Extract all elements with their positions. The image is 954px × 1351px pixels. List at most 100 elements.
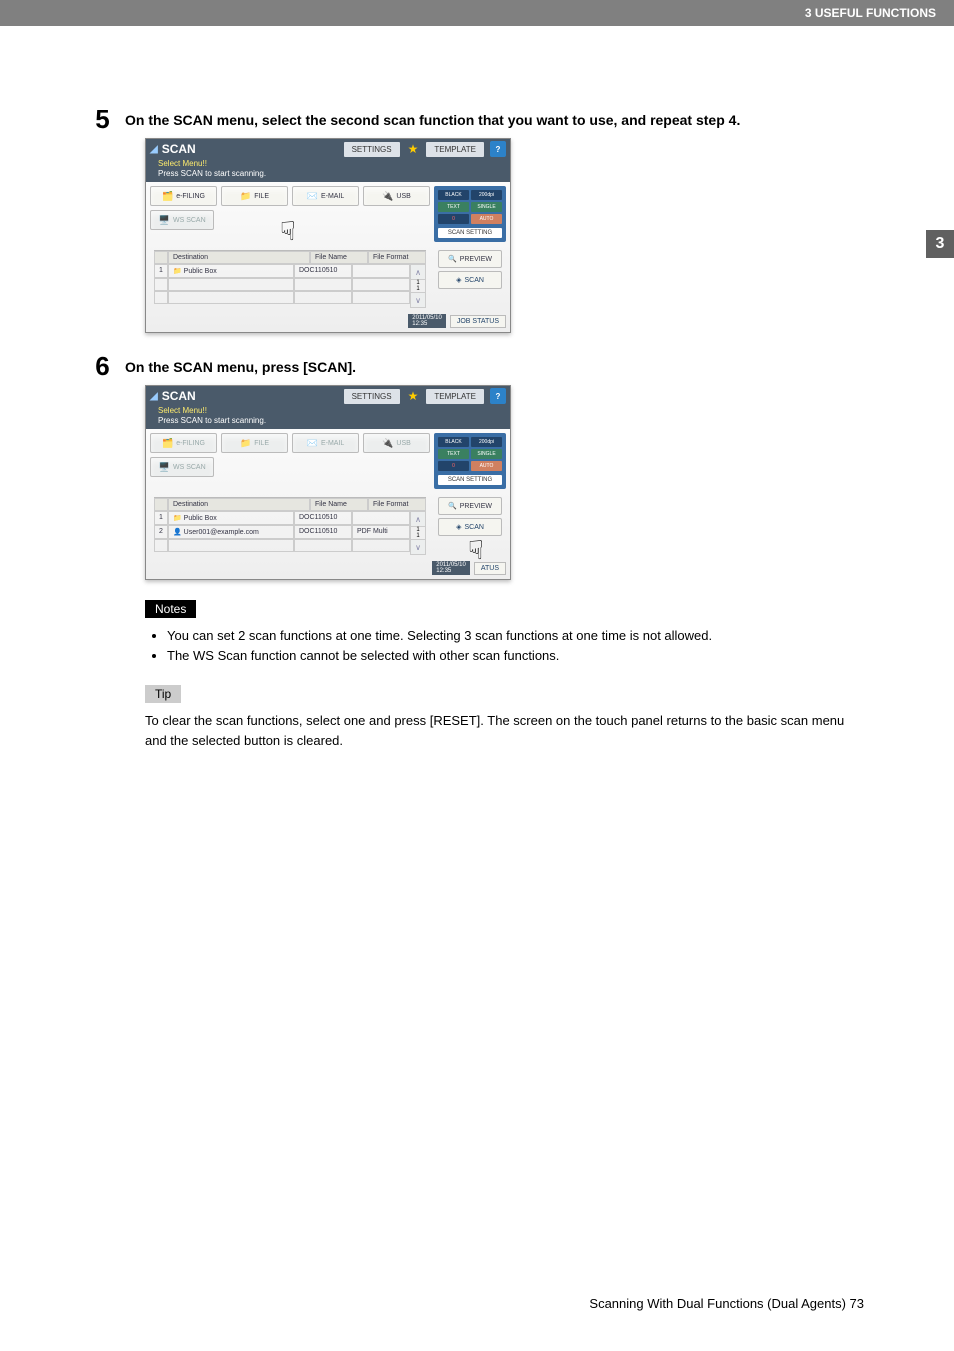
chip-single: SINGLE xyxy=(471,202,502,212)
destination-table: Destination File Name File Format 1 📁 Pu… xyxy=(154,250,426,308)
usb-label: USB xyxy=(396,440,410,447)
chip-dpi: 200dpi xyxy=(471,190,502,200)
wsscan-icon: 🖥️ xyxy=(159,215,170,226)
star-icon[interactable]: ★ xyxy=(406,389,421,403)
row-fileformat xyxy=(352,264,410,278)
efiling-label: e-FILING xyxy=(176,193,205,200)
step-text-5: On the SCAN menu, select the second scan… xyxy=(125,106,740,131)
efiling-label: e-FILING xyxy=(176,440,205,447)
preview-button[interactable]: 🔍PREVIEW xyxy=(438,250,502,268)
datetime-label: 2011/05/1012:35 xyxy=(432,561,470,575)
chip-zero: 0 xyxy=(438,214,469,224)
chapter-tab: 3 xyxy=(926,230,954,258)
template-button[interactable]: TEMPLATE xyxy=(426,142,484,157)
tip-label: Tip xyxy=(145,685,181,703)
row-idx: 1 xyxy=(154,264,168,278)
scan-button[interactable]: ◈SCAN xyxy=(438,518,502,536)
scroll-up-button[interactable]: ∧ xyxy=(410,511,426,527)
datetime-label: 2011/05/1012:35 xyxy=(408,314,446,328)
efiling-button[interactable]: 🗂️e-FILING xyxy=(150,433,217,453)
email-button[interactable]: ✉️E-MAIL xyxy=(292,186,359,206)
file-button[interactable]: 📁FILE xyxy=(221,186,288,206)
scan-action-icon: ◈ xyxy=(456,523,461,531)
chip-black: BLACK xyxy=(438,190,469,200)
help-button[interactable]: ? xyxy=(490,388,506,404)
scan-icon: ◢ xyxy=(150,144,158,155)
star-icon[interactable]: ★ xyxy=(406,142,421,156)
row-filename: DOC110510 xyxy=(294,525,352,539)
wsscan-button[interactable]: 🖥️WS SCAN xyxy=(150,457,214,477)
table-row-empty xyxy=(154,539,410,552)
file-label: FILE xyxy=(254,440,269,447)
help-button[interactable]: ? xyxy=(490,141,506,157)
table-row-empty xyxy=(154,278,410,291)
email-icon: ✉️ xyxy=(307,191,318,202)
usb-icon: 🔌 xyxy=(382,191,393,202)
screen-title: SCAN xyxy=(162,142,196,156)
table-row[interactable]: 1 📁 Public Box DOC110510 xyxy=(154,511,410,525)
usb-icon: 🔌 xyxy=(382,438,393,449)
preview-button[interactable]: 🔍PREVIEW xyxy=(438,497,502,515)
col-filename: File Name xyxy=(310,498,368,511)
row-fileformat xyxy=(352,511,410,525)
col-destination: Destination xyxy=(168,498,310,511)
page-footer: Scanning With Dual Functions (Dual Agent… xyxy=(589,1296,864,1311)
email-button[interactable]: ✉️E-MAIL xyxy=(292,433,359,453)
step-text-6: On the SCAN menu, press [SCAN]. xyxy=(125,353,356,378)
scansetting-button[interactable]: SCAN SETTING xyxy=(438,228,502,238)
table-row[interactable]: 2 👤 User001@example.com DOC110510 PDF Mu… xyxy=(154,525,410,539)
jobstatus-button[interactable]: JOB STATUS xyxy=(450,315,506,328)
row-destination: 👤 User001@example.com xyxy=(168,525,294,539)
wsscan-label: WS SCAN xyxy=(173,464,206,471)
email-label: E-MAIL xyxy=(321,193,344,200)
scan-button[interactable]: ◈SCAN xyxy=(438,271,502,289)
settings-button[interactable]: SETTINGS xyxy=(344,389,400,404)
scroll-up-button[interactable]: ∧ xyxy=(410,264,426,280)
efiling-button[interactable]: 🗂️e-FILING xyxy=(150,186,217,206)
chip-text: TEXT xyxy=(438,202,469,212)
row-destination: 📁 Public Box xyxy=(168,511,294,525)
email-label: E-MAIL xyxy=(321,440,344,447)
file-label: FILE xyxy=(254,193,269,200)
row-idx: 2 xyxy=(154,525,168,539)
file-icon: 📁 xyxy=(240,438,251,449)
col-fileformat: File Format xyxy=(368,251,426,264)
table-row[interactable]: 1 📁 Public Box DOC110510 xyxy=(154,264,410,278)
chip-auto: AUTO xyxy=(471,214,502,224)
scan-icon: ◢ xyxy=(150,391,158,402)
col-filename: File Name xyxy=(310,251,368,264)
file-button[interactable]: 📁FILE xyxy=(221,433,288,453)
screen-subtitle-1: Select Menu!! xyxy=(146,159,510,169)
scan-screen-2: ◢SCAN SETTINGS ★ TEMPLATE ? Select Menu!… xyxy=(145,385,511,580)
scroll-down-button[interactable]: ∨ xyxy=(410,292,426,308)
scansetting-button[interactable]: SCAN SETTING xyxy=(438,475,502,485)
efiling-icon: 🗂️ xyxy=(162,191,173,202)
chip-zero: 0 xyxy=(438,461,469,471)
step-number-5: 5 xyxy=(90,106,115,132)
section-header: 3 USEFUL FUNCTIONS xyxy=(0,0,954,26)
scroll-down-button[interactable]: ∨ xyxy=(410,539,426,555)
wsscan-button[interactable]: 🖥️WS SCAN xyxy=(150,210,214,230)
chip-single: SINGLE xyxy=(471,449,502,459)
screen-subtitle-2: Press SCAN to start scanning. xyxy=(146,416,510,429)
note-item: You can set 2 scan functions at one time… xyxy=(167,626,864,646)
screen-subtitle-2: Press SCAN to start scanning. xyxy=(146,169,510,182)
chip-auto: AUTO xyxy=(471,461,502,471)
template-button[interactable]: TEMPLATE xyxy=(426,389,484,404)
scan-action-icon: ◈ xyxy=(456,276,461,284)
usb-button[interactable]: 🔌USB xyxy=(363,186,430,206)
scan-setting-panel: BLACK 200dpi TEXT SINGLE 0 AUTO SCAN SET… xyxy=(434,433,506,489)
step-number-6: 6 xyxy=(90,353,115,379)
usb-button[interactable]: 🔌USB xyxy=(363,433,430,453)
chip-text: TEXT xyxy=(438,449,469,459)
row-filename: DOC110510 xyxy=(294,511,352,525)
wsscan-label: WS SCAN xyxy=(173,217,206,224)
tip-text: To clear the scan functions, select one … xyxy=(145,711,864,750)
scan-setting-panel: BLACK 200dpi TEXT SINGLE 0 AUTO SCAN SET… xyxy=(434,186,506,242)
efiling-icon: 🗂️ xyxy=(162,438,173,449)
settings-button[interactable]: SETTINGS xyxy=(344,142,400,157)
notes-label: Notes xyxy=(145,600,196,618)
col-destination: Destination xyxy=(168,251,310,264)
jobstatus-button[interactable]: ATUS xyxy=(474,562,506,575)
table-row-empty xyxy=(154,291,410,304)
